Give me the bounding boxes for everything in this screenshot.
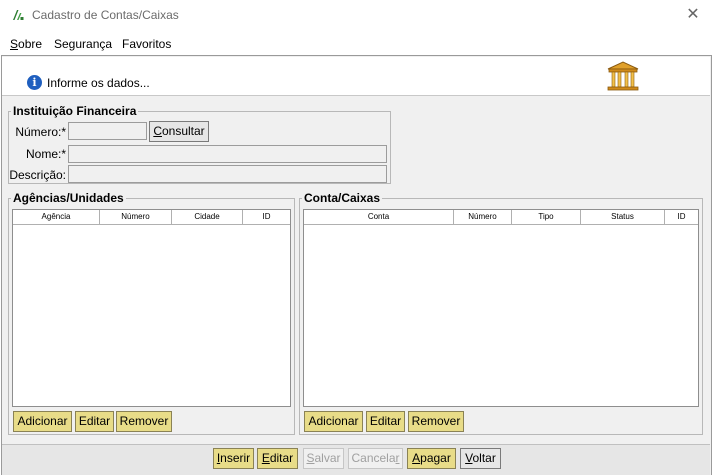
contas-add-button[interactable]: Adicionar <box>304 411 363 432</box>
agencias-add-button[interactable]: Adicionar <box>13 411 72 432</box>
agencias-table[interactable]: Agência Número Cidade ID <box>12 209 291 407</box>
window-title: Cadastro de Contas/Caixas <box>32 8 179 22</box>
contas-table[interactable]: Conta Número Tipo Status ID <box>303 209 699 407</box>
nome-label: Nome:* <box>25 147 66 161</box>
contas-remove-button[interactable]: Remover <box>408 411 464 432</box>
agencias-edit-button[interactable]: Editar <box>75 411 114 432</box>
contas-col-id[interactable]: ID <box>665 210 698 225</box>
agencias-table-header: Agência Número Cidade ID <box>13 210 290 225</box>
menu-sobre[interactable]: Sobre <box>10 37 42 51</box>
numero-label: Número:* <box>15 125 66 139</box>
app-logo-icon <box>13 10 24 20</box>
menu-favoritos[interactable]: Favoritos <box>122 37 171 51</box>
contas-col-tipo[interactable]: Tipo <box>512 210 581 225</box>
voltar-button[interactable]: Voltar <box>460 448 501 469</box>
editar-button[interactable]: Editar <box>257 448 298 469</box>
consultar-button[interactable]: Consultar <box>149 121 209 142</box>
nome-field[interactable] <box>68 145 387 163</box>
descricao-label: Descrição: <box>9 168 66 182</box>
agencias-col-id[interactable]: ID <box>243 210 290 225</box>
contas-edit-button[interactable]: Editar <box>366 411 405 432</box>
agencias-col-cidade[interactable]: Cidade <box>172 210 243 225</box>
info-message: Informe os dados... <box>47 76 150 90</box>
apagar-button[interactable]: Apagar <box>407 448 456 469</box>
contas-legend: Conta/Caixas <box>304 191 381 205</box>
descricao-field[interactable] <box>68 165 387 183</box>
contas-col-status[interactable]: Status <box>581 210 665 225</box>
agencias-remove-button[interactable]: Remover <box>116 411 172 432</box>
cancelar-button[interactable]: Cancelar <box>348 448 403 469</box>
menu-seguranca[interactable]: Segurança <box>54 37 112 51</box>
agencias-col-numero[interactable]: Número <box>100 210 172 225</box>
contas-table-header: Conta Número Tipo Status ID <box>304 210 698 225</box>
bank-building-icon <box>607 61 639 91</box>
instituicao-legend: Instituição Financeira <box>13 104 137 118</box>
menu-bar: Sobre Segurança Favoritos <box>0 34 712 55</box>
title-bar: Cadastro de Contas/Caixas ✕ <box>0 0 712 30</box>
info-icon: i <box>27 75 42 90</box>
numero-field[interactable] <box>68 122 147 140</box>
contas-col-numero[interactable]: Número <box>454 210 512 225</box>
inserir-button[interactable]: Inserir <box>213 448 254 469</box>
salvar-button[interactable]: Salvar <box>303 448 344 469</box>
agencias-legend: Agências/Unidades <box>13 191 124 205</box>
agencias-col-agencia[interactable]: Agência <box>13 210 100 225</box>
contas-col-conta[interactable]: Conta <box>304 210 454 225</box>
close-icon[interactable]: ✕ <box>682 4 704 26</box>
